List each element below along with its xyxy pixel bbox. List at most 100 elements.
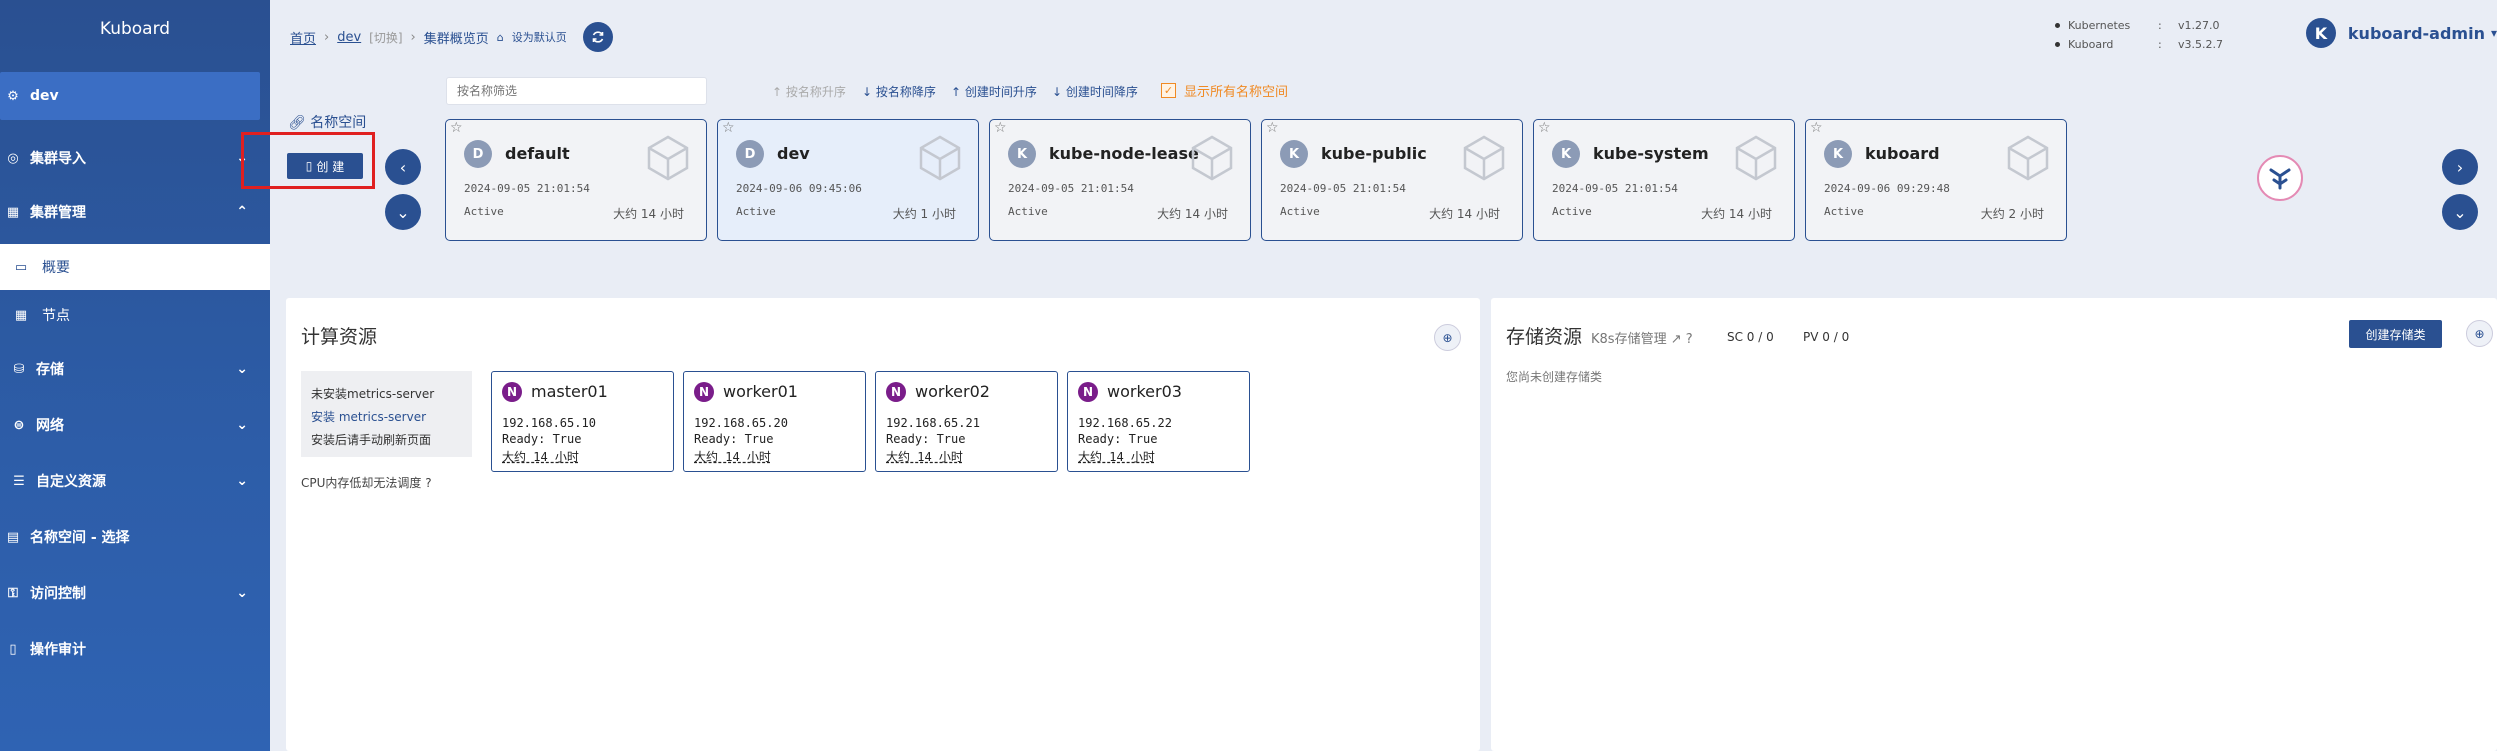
namespace-age: 大约 14 小时 xyxy=(1157,207,1228,221)
node-age: 大约 14 小时 xyxy=(694,450,771,464)
avatar: K xyxy=(2305,18,2336,48)
namespace-search-input[interactable] xyxy=(446,77,707,105)
chevron-left-icon: ‹ xyxy=(399,157,407,177)
sidebar-item-namespace[interactable]: ▤ 名称空间 - 选择 xyxy=(0,512,270,562)
namespace-status: Active xyxy=(1552,205,1592,218)
version-value: v1.27.0 xyxy=(2178,19,2220,32)
sidebar-item-overview[interactable]: ▭ 概要 xyxy=(0,244,270,290)
network-icon: ⊜ xyxy=(13,417,25,433)
sidebar-item-label: 概要 xyxy=(42,260,70,276)
node-badge: N xyxy=(1078,382,1098,402)
namespace-name: dev xyxy=(777,144,810,163)
cpu-note[interactable]: CPU内存低却无法调度 ? xyxy=(301,474,432,491)
namespace-card-dev[interactable]: ☆ D dev 2024-09-06 09:45:06 Active 大约 1 … xyxy=(717,119,979,241)
namespace-name: kuboard xyxy=(1865,144,1940,163)
expand-button[interactable]: ⌄ xyxy=(2442,194,2478,230)
sidebar-item-access[interactable]: ⚿ 访问控制 ⌄ xyxy=(0,568,270,618)
namespace-age: 大约 14 小时 xyxy=(1701,207,1772,221)
chevron-down-icon: ⌄ xyxy=(396,202,410,222)
cube-icon xyxy=(1191,135,1233,181)
star-icon[interactable]: ☆ xyxy=(1266,120,1279,136)
node-age: 大约 14 小时 xyxy=(886,450,963,464)
caret-down-icon: ▾ xyxy=(2490,26,2497,40)
search-icon: ⊕ xyxy=(1442,330,1453,345)
sidebar-item-nodes[interactable]: ▦ 节点 xyxy=(0,290,270,340)
chevron-right-icon: › xyxy=(2456,157,2464,177)
node-name: master01 xyxy=(531,382,608,401)
show-all-namespaces-checkbox[interactable]: ✓ 显示所有名称空间 xyxy=(1161,81,1288,100)
create-storage-class-button[interactable]: 创建存储类 xyxy=(2349,320,2442,348)
sidebar-item-crd[interactable]: ☰ 自定义资源 ⌄ xyxy=(0,456,270,506)
namespace-card-kuboard[interactable]: ☆ K kuboard 2024-09-06 09:29:48 Active 大… xyxy=(1805,119,2067,241)
namespace-card-kube-system[interactable]: ☆ K kube-system 2024-09-05 21:01:54 Acti… xyxy=(1533,119,1795,241)
grid-icon: ▦ xyxy=(14,307,28,323)
node-ip: 192.168.65.20 xyxy=(694,416,788,430)
zoom-button[interactable]: ⊕ xyxy=(2466,320,2493,347)
install-metrics-link[interactable]: 安装 metrics-server xyxy=(311,406,462,429)
node-card-worker01[interactable]: N worker01 192.168.65.20 Ready: True 大约 … xyxy=(683,371,866,472)
namespace-icon: ▤ xyxy=(6,529,20,545)
sidebar-item-label: 操作审计 xyxy=(30,642,86,658)
namespace-created: 2024-09-05 21:01:54 xyxy=(464,182,590,195)
cube-icon xyxy=(2007,135,2049,181)
namespace-card-kube-node-lease[interactable]: ☆ K kube-node-lease 2024-09-05 21:01:54 … xyxy=(989,119,1251,241)
node-card-master01[interactable]: N master01 192.168.65.10 Ready: True 大约 … xyxy=(491,371,674,472)
star-icon[interactable]: ☆ xyxy=(722,120,735,136)
chevron-right-icon: › xyxy=(324,29,330,45)
refresh-button[interactable] xyxy=(582,22,613,52)
sidebar-item-cluster-manage[interactable]: ▦ 集群管理 ⌃ xyxy=(0,188,270,236)
kuboard-logo-icon[interactable] xyxy=(2257,155,2303,201)
node-card-worker03[interactable]: N worker03 192.168.65.22 Ready: True 大约 … xyxy=(1067,371,1250,472)
breadcrumb-cluster-link[interactable]: dev xyxy=(337,30,361,45)
star-icon[interactable]: ☆ xyxy=(994,120,1007,136)
namespace-label: 🔗︎ 名称空间 xyxy=(288,115,367,131)
sort-created-asc[interactable]: ↑ 创建时间升序 xyxy=(951,83,1037,100)
star-icon[interactable]: ☆ xyxy=(450,120,463,136)
namespace-badge: K xyxy=(1824,140,1852,168)
cube-icon xyxy=(1463,135,1505,181)
sort-name-asc[interactable]: ↑ 按名称升序 xyxy=(772,83,846,100)
namespace-created: 2024-09-05 21:01:54 xyxy=(1552,182,1678,195)
namespace-name: kube-node-lease xyxy=(1049,144,1199,163)
namespace-card-kube-public[interactable]: ☆ K kube-public 2024-09-05 21:01:54 Acti… xyxy=(1261,119,1523,241)
k8s-storage-link[interactable]: K8s存储管理 ↗ ? xyxy=(1591,328,1693,347)
no-storage-class-text: 您尚未创建存储类 xyxy=(1506,370,1603,384)
sort-name-desc[interactable]: ↓ 按名称降序 xyxy=(862,83,936,100)
breadcrumb: 首页 › dev [切换] › 集群概览页 ⌂ 设为默认页 xyxy=(290,22,621,52)
sidebar-item-label: 集群导入 xyxy=(30,151,86,167)
breadcrumb-home-link[interactable]: 首页 xyxy=(290,28,316,47)
zoom-button[interactable]: ⊕ xyxy=(1434,324,1461,351)
cube-icon xyxy=(919,135,961,181)
breadcrumb-switch-link[interactable]: [切换] xyxy=(369,29,402,46)
namespace-age: 大约 2 小时 xyxy=(1980,207,2044,221)
sidebar-item-network[interactable]: ⊜ 网络 ⌄ xyxy=(0,400,270,450)
namespace-age: 大约 14 小时 xyxy=(613,207,684,221)
star-icon[interactable]: ☆ xyxy=(1810,120,1823,136)
header: 首页 › dev [切换] › 集群概览页 ⌂ 设为默认页 Kubernetes… xyxy=(270,0,2497,70)
namespace-created: 2024-09-05 21:01:54 xyxy=(1008,182,1134,195)
chevron-right-icon: › xyxy=(410,29,416,45)
expand-button[interactable]: ⌄ xyxy=(385,194,421,230)
sidebar-item-import[interactable]: ◎ 集群导入 ⌄ xyxy=(0,134,270,182)
highlight-box xyxy=(241,132,375,189)
user-menu[interactable]: K kuboard-admin ▾ xyxy=(2305,18,2497,48)
sidebar-item-audit[interactable]: ▯ 操作审计 xyxy=(0,624,270,674)
namespace-status: Active xyxy=(736,205,776,218)
node-card-worker02[interactable]: N worker02 192.168.65.21 Ready: True 大约 … xyxy=(875,371,1058,472)
check-icon: ✓ xyxy=(1161,83,1176,98)
sort-created-desc[interactable]: ↓ 创建时间降序 xyxy=(1052,83,1138,100)
set-default-link[interactable]: 设为默认页 xyxy=(512,29,567,45)
version-value: v3.5.2.7 xyxy=(2178,38,2223,51)
audit-icon: ▯ xyxy=(9,641,17,657)
cube-icon xyxy=(647,135,689,181)
star-icon[interactable]: ☆ xyxy=(1538,120,1551,136)
storage-title: 存储资源 xyxy=(1506,326,1583,348)
sidebar-item-storage[interactable]: ⛁ 存储 ⌄ xyxy=(0,344,270,394)
sidebar-item-label: 节点 xyxy=(42,308,70,324)
sidebar-item-cluster[interactable]: ⚙ dev xyxy=(0,72,260,120)
namespace-card-default[interactable]: ☆ D default 2024-09-05 21:01:54 Active 大… xyxy=(445,119,707,241)
database-icon: ⛁ xyxy=(13,361,25,377)
scroll-right-button[interactable]: › xyxy=(2442,149,2478,185)
scroll-left-button[interactable]: ‹ xyxy=(385,149,421,185)
namespace-created: 2024-09-05 21:01:54 xyxy=(1280,182,1406,195)
